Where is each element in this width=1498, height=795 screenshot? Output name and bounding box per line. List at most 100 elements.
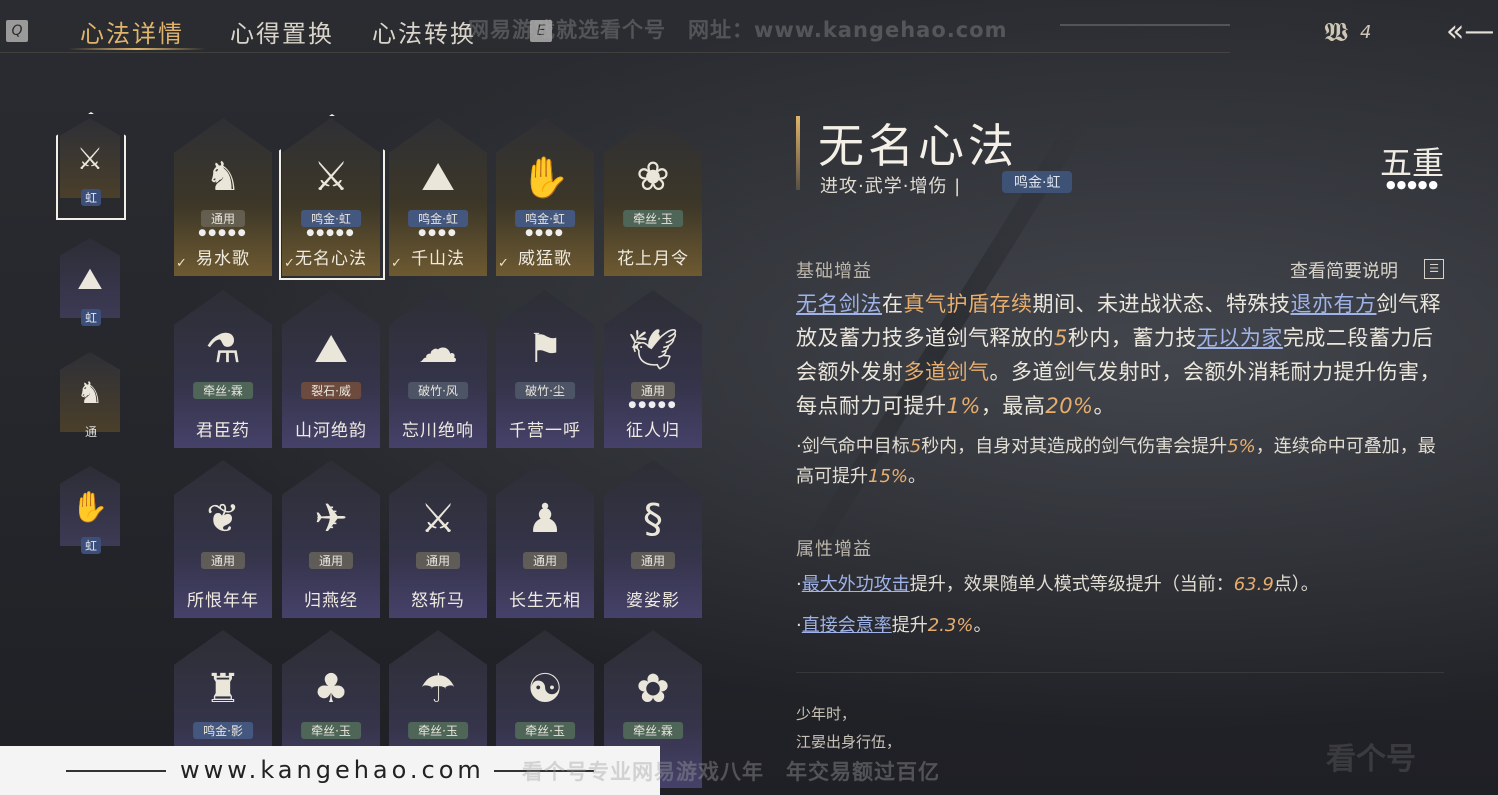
hand-icon: ✋ [71, 490, 109, 525]
skill-school-tag: 通用 [630, 552, 676, 569]
rail-item-4[interactable]: ✋ 虹 [60, 466, 122, 554]
skill-school-tag: 牵丝·玉 [301, 722, 361, 739]
view-brief-link[interactable]: 查看简要说明 [1290, 257, 1398, 283]
skill-name: 长生无相 [509, 591, 581, 611]
attr-number: 2.3% [927, 615, 974, 636]
skill-name: 千营一呼 [509, 421, 581, 441]
lore-line-2: 江晏出身行伍， [796, 733, 902, 751]
skill-name: 征人归 [626, 421, 680, 441]
attribute-link[interactable]: 最大外功攻击 [802, 574, 910, 595]
attr-text: 提升 [891, 615, 928, 636]
feather-icon: 𝖂 [1324, 18, 1348, 48]
skill-level-dots: ●●●●● [198, 228, 248, 238]
skill-emblem-icon: ☂ [420, 666, 456, 712]
tab-skill-details[interactable]: 心法详情 [80, 14, 184, 49]
desc-highlight: 多道剑气 [903, 360, 990, 384]
top-decoration [1060, 24, 1230, 26]
skill-school-tag: 鸣金·虹 [515, 210, 575, 227]
skill-emblem-icon: ♜ [205, 666, 241, 712]
top-bar: Q 心法详情 心得置换 心法转换 E 网易游戏就选看个号 网址：www.kang… [0, 0, 1498, 56]
skill-subtitle: 进攻·武学·增伤 | [820, 176, 962, 197]
skill-emblem-icon: ☁ [418, 326, 458, 372]
skill-emblem-icon: ⛰ [421, 154, 455, 200]
skill-emblem-icon: ⛰ [314, 326, 348, 372]
skill-emblem-icon: ❦ [206, 496, 240, 542]
title-accent-bar [796, 116, 800, 190]
desc-number: 5% [1227, 436, 1256, 457]
desc-text: ，最高 [980, 394, 1046, 418]
rail-item-2[interactable]: ⛰ 虹 [60, 238, 122, 326]
skill-level-dots: ●●●●● [306, 228, 356, 238]
skill-link[interactable]: 无名剑法 [796, 292, 882, 316]
watermark-logo: 看个号 [1326, 742, 1416, 777]
skill-level-dots: ●●●●● [628, 400, 678, 410]
skill-school-tag: 通用 [630, 382, 676, 399]
skill-school-tag: 牵丝·玉 [515, 722, 575, 739]
skill-name: 无名心法 [295, 249, 367, 269]
tab-skill-convert[interactable]: 心法转换 [372, 14, 476, 49]
skill-link[interactable]: 退亦有方 [1291, 292, 1377, 316]
rank-dots: ●●●●● [1386, 178, 1439, 191]
skill-link[interactable]: 无以为家 [1197, 326, 1283, 350]
rail-tag: 虹 [80, 309, 102, 326]
skill-name: 婆娑影 [626, 591, 680, 611]
rail-tag: 虹 [80, 189, 102, 206]
equipped-check-icon: ✓ [176, 256, 187, 271]
top-watermark: 网易游戏就选看个号 网址：www.kangehao.com [468, 18, 1008, 42]
skill-emblem-icon: ☯ [527, 666, 563, 712]
section-divider [796, 672, 1444, 673]
skill-name: 千山法 [411, 249, 465, 269]
attribute-link[interactable]: 直接会意率 [802, 615, 892, 636]
basic-bonus-heading: 基础增益 [796, 261, 872, 282]
rail-tag: 虹 [80, 537, 102, 554]
equipped-check-icon: ✓ [284, 256, 295, 271]
skill-name: 怒斩马 [411, 591, 465, 611]
skill-school-tag: 通用 [200, 552, 246, 569]
skill-emblem-icon: ♞ [205, 154, 241, 200]
attr-text: 提升，效果随单人模式等级提升（当前： [909, 574, 1234, 595]
watermark-slogan: 看个号专业网易游戏八年 年交易额过百亿 [522, 760, 940, 784]
skill-emblem-icon: ⚗ [205, 326, 241, 372]
mountain-icon: ⛰ [77, 262, 103, 297]
desc-text: 秒内，自身对其造成的剑气伤害会提升 [921, 436, 1228, 457]
skill-emblem-icon: ♣ [313, 666, 349, 712]
attribute-bonus-heading: 属性增益 [796, 539, 872, 560]
skill-school-tag: 破竹·风 [408, 382, 468, 399]
lore-line-1: 少年时， [796, 705, 857, 723]
equipped-check-icon: ✓ [391, 256, 402, 271]
top-divider [0, 52, 1230, 53]
desc-number: 5 [909, 436, 922, 457]
rail-item-1[interactable]: ⚔ 虹 [60, 118, 122, 206]
skill-school-tag: 通用 [415, 552, 461, 569]
skill-name: 归燕经 [304, 591, 358, 611]
skill-emblem-icon: ✋ [520, 155, 570, 201]
attribute-line-2: ·直接会意率提升2.3%。 [796, 611, 991, 637]
skill-school-tag: 牵丝·霖 [623, 722, 683, 739]
skill-school-tag: 鸣金·虹 [301, 210, 361, 227]
desc-number: 20% [1045, 394, 1094, 418]
attr-text: 。 [973, 615, 992, 636]
back-arrow-icon[interactable]: «— [1446, 14, 1494, 49]
prev-tab-key[interactable]: Q [6, 20, 28, 42]
rail-item-3[interactable]: ♞ 通 [60, 352, 122, 439]
toggle-icon[interactable]: ☰ [1424, 259, 1444, 279]
desc-number: 5 [1054, 326, 1068, 350]
sub-description: ·剑气命中目标5秒内，自身对其造成的剑气伤害会提升5%，连续命中可叠加，最高可提… [796, 432, 1452, 492]
skill-school-tag: 裂石·威 [301, 382, 361, 399]
skill-level-dots: ●●●● [418, 228, 458, 238]
horse-icon: ♞ [76, 376, 104, 411]
skill-emblem-icon: ❀ [636, 154, 670, 200]
desc-text: ·剑气命中目标 [796, 436, 910, 457]
rail-tag: 通 [84, 425, 98, 439]
tab-insight-swap[interactable]: 心得置换 [230, 14, 334, 49]
skill-name: 花上月令 [617, 249, 689, 269]
watermark-site: www.kangehao.com [180, 756, 485, 784]
sword-icon: ⚔ [76, 142, 104, 177]
skill-name: 君臣药 [196, 421, 250, 441]
skill-school-tag: 破竹·尘 [515, 382, 575, 399]
skill-level-dots: ●●●● [525, 228, 565, 238]
desc-text: 。 [908, 466, 927, 487]
skill-emblem-icon: ⚔ [313, 154, 349, 200]
watermark-line [66, 770, 166, 772]
desc-number: 1% [946, 394, 981, 418]
